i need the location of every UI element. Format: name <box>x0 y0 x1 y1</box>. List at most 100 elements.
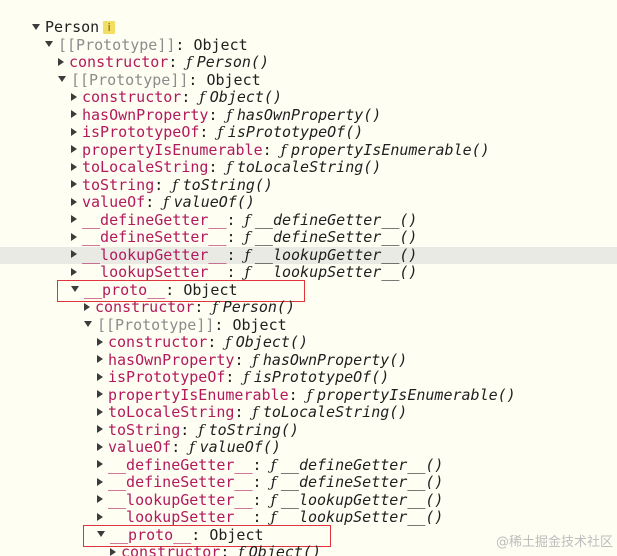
collapse-triangle-icon[interactable] <box>97 495 103 503</box>
expand-triangle-icon[interactable] <box>32 23 40 30</box>
function-icon: ƒ <box>280 140 292 159</box>
separator: : <box>226 245 245 264</box>
expand-triangle-icon[interactable] <box>58 76 66 82</box>
property-key: isPrototypeOf <box>82 123 200 141</box>
collapse-triangle-icon[interactable] <box>97 512 103 521</box>
separator: : <box>145 193 164 211</box>
separator: : <box>165 280 184 299</box>
tree-row[interactable]: isPrototypeOf: ƒ isPrototypeOf() <box>0 368 617 387</box>
collapse-triangle-icon[interactable] <box>97 355 103 363</box>
function-icon: ƒ <box>226 105 237 124</box>
function-value: Person() <box>196 53 269 71</box>
tree-row[interactable]: constructor: ƒ Object() <box>0 88 617 107</box>
collapse-triangle-icon[interactable] <box>71 267 77 276</box>
collapse-triangle-icon[interactable] <box>58 57 64 66</box>
collapse-triangle-icon[interactable] <box>71 197 77 206</box>
collapse-triangle-icon[interactable] <box>97 442 103 451</box>
tree-row[interactable]: isPrototypeOf: ƒ isPrototypeOf() <box>0 123 617 142</box>
function-icon: ƒ <box>189 438 200 456</box>
separator: : <box>194 298 213 316</box>
separator: : <box>214 315 233 334</box>
function-value: toString() <box>182 175 273 194</box>
separator: : <box>252 473 271 491</box>
property-key: constructor <box>108 333 208 351</box>
collapse-triangle-icon[interactable] <box>71 110 77 118</box>
collapse-triangle-icon[interactable] <box>84 302 90 311</box>
function-icon: ƒ <box>212 298 223 316</box>
separator: : <box>252 490 271 509</box>
separator: : <box>181 88 200 106</box>
separator: : <box>199 123 218 141</box>
function-value: propertyIsEnumerable() <box>317 385 516 404</box>
function-value: __defineGetter__() <box>254 210 418 229</box>
tree-row[interactable]: __defineGetter__: ƒ __defineGetter__() <box>0 456 617 475</box>
tree-row[interactable]: __defineSetter__: ƒ __defineSetter__() <box>0 473 617 492</box>
tree-row[interactable]: [[Prototype]]: Object <box>0 315 617 335</box>
tree-row[interactable]: propertyIsEnumerable: ƒ propertyIsEnumer… <box>0 385 617 405</box>
tree-row[interactable]: valueOf: ƒ valueOf() <box>0 193 617 212</box>
collapse-triangle-icon[interactable] <box>97 460 103 468</box>
tree-row[interactable]: toString: ƒ toString() <box>0 421 617 440</box>
tree-row[interactable]: toLocaleString: ƒ toLocaleString() <box>0 158 617 177</box>
watermark: @稀土掘金技术社区 <box>495 535 613 550</box>
collapse-triangle-icon[interactable] <box>71 92 77 101</box>
property-key: __lookupGetter__ <box>82 245 227 264</box>
function-value: __lookupGetter__() <box>254 245 418 264</box>
separator: : <box>188 70 207 89</box>
object-value: Object <box>232 315 287 334</box>
collapse-triangle-icon[interactable] <box>97 407 103 416</box>
tree-row[interactable]: Person i <box>0 18 617 37</box>
function-icon: ƒ <box>163 193 174 211</box>
tree-row[interactable]: __proto__: Object <box>0 280 617 300</box>
expand-triangle-icon[interactable] <box>84 321 92 327</box>
collapse-triangle-icon[interactable] <box>71 215 77 223</box>
tree-row[interactable]: __defineGetter__: ƒ __defineGetter__() <box>0 210 617 230</box>
function-icon: ƒ <box>244 245 255 264</box>
property-key: __proto__ <box>110 525 192 544</box>
separator: : <box>154 175 173 194</box>
tree-row[interactable]: toString: ƒ toString() <box>0 175 617 195</box>
info-icon[interactable]: i <box>103 21 116 34</box>
collapse-triangle-icon[interactable] <box>110 547 116 556</box>
tree-row[interactable]: __defineSetter__: ƒ __defineSetter__() <box>0 228 617 247</box>
collapse-triangle-icon[interactable] <box>97 372 103 381</box>
separator: : <box>208 105 227 124</box>
collapse-triangle-icon[interactable] <box>97 337 103 346</box>
collapse-triangle-icon[interactable] <box>71 232 77 241</box>
tree-row[interactable]: [[Prototype]]: Object <box>0 36 617 55</box>
collapse-triangle-icon[interactable] <box>71 180 77 188</box>
function-icon: ƒ <box>244 263 255 281</box>
collapse-triangle-icon[interactable] <box>71 127 77 136</box>
tree-row[interactable]: propertyIsEnumerable: ƒ propertyIsEnumer… <box>0 140 617 160</box>
function-value: Object() <box>209 88 282 106</box>
tree-row[interactable]: constructor: ƒ Object() <box>0 333 617 352</box>
expand-triangle-icon[interactable] <box>45 41 53 47</box>
tree-row[interactable]: valueOf: ƒ valueOf() <box>0 438 617 457</box>
function-icon: ƒ <box>252 403 263 421</box>
tree-row[interactable]: __lookupSetter__: ƒ __lookupSetter__() <box>0 508 617 527</box>
expand-triangle-icon[interactable] <box>71 286 79 292</box>
function-icon: ƒ <box>306 385 318 404</box>
collapse-triangle-icon[interactable] <box>71 250 77 258</box>
tree-row[interactable]: __lookupGetter__: ƒ __lookupGetter__() <box>0 490 617 510</box>
tree-row[interactable]: __lookupGetter__: ƒ __lookupGetter__() <box>0 245 617 264</box>
separator: : <box>226 228 245 246</box>
function-icon: ƒ <box>243 368 254 386</box>
tree-row[interactable]: toLocaleString: ƒ toLocaleString() <box>0 403 617 422</box>
tree-row[interactable]: hasOwnProperty: ƒ hasOwnProperty() <box>0 351 617 370</box>
collapse-triangle-icon[interactable] <box>97 425 103 433</box>
tree-row[interactable]: [[Prototype]]: Object <box>0 70 617 90</box>
object-value: Object <box>183 280 238 299</box>
separator: : <box>288 385 307 404</box>
collapse-triangle-icon[interactable] <box>71 145 77 153</box>
tree-row[interactable]: hasOwnProperty: ƒ hasOwnProperty() <box>0 105 617 125</box>
property-key: constructor <box>82 88 182 106</box>
collapse-triangle-icon[interactable] <box>97 390 103 398</box>
tree-row[interactable]: constructor: ƒ Person() <box>0 53 617 72</box>
function-value: __lookupSetter__() <box>254 263 418 281</box>
collapse-triangle-icon[interactable] <box>97 477 103 486</box>
tree-row[interactable]: __lookupSetter__: ƒ __lookupSetter__() <box>0 263 617 282</box>
collapse-triangle-icon[interactable] <box>71 162 77 171</box>
tree-row[interactable]: constructor: ƒ Person() <box>0 298 617 317</box>
expand-triangle-icon[interactable] <box>97 531 105 537</box>
